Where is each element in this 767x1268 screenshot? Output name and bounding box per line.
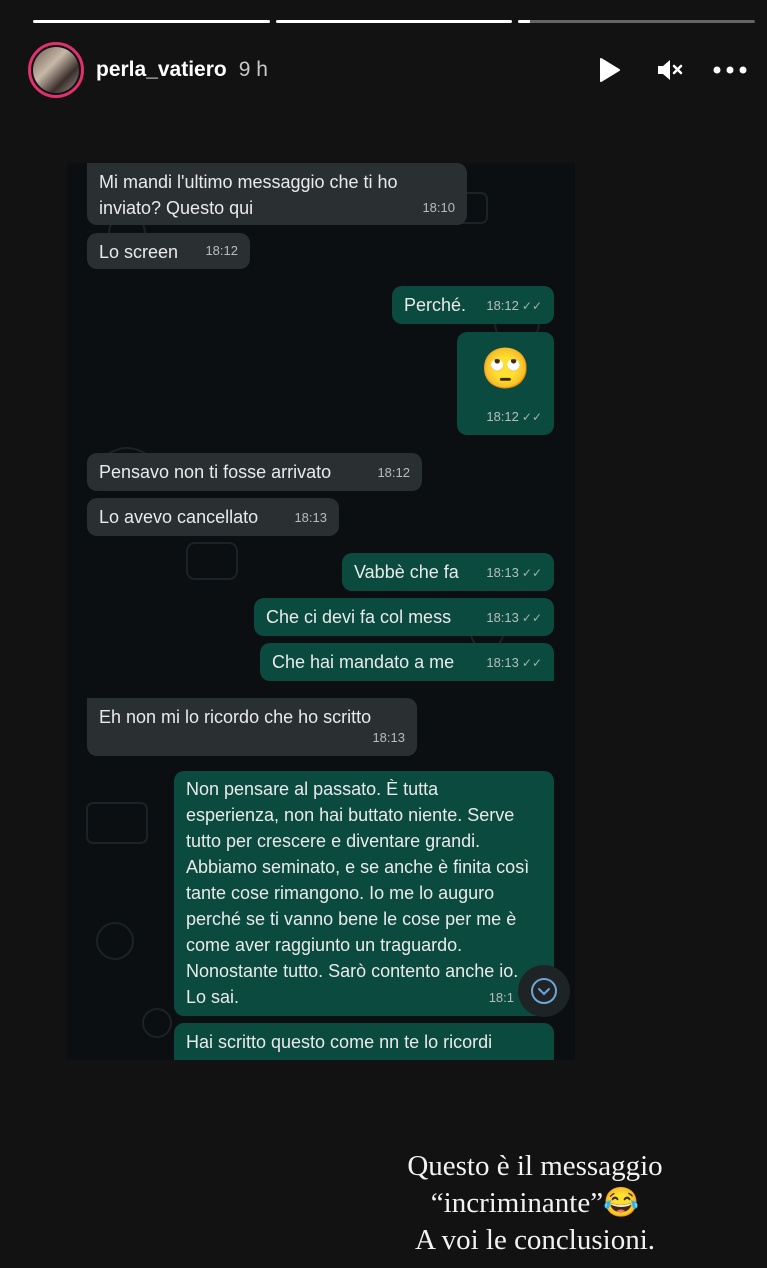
progress-fill [518,20,531,23]
message-incoming[interactable]: Lo avevo cancellato 18:13 [87,498,339,536]
message-text: Mi mandi l'ultimo messaggio che ti ho in… [99,172,398,218]
emoji-message: 🙄 [480,347,531,391]
muted-speaker-icon[interactable] [653,53,687,87]
double-check-icon: ✓✓ [521,299,542,313]
message-time: 18:13 [372,730,405,745]
message-time: 18:10 [422,200,455,215]
message-text: Che hai mandato a me [272,652,455,672]
message-time: 18:12 [205,243,238,258]
play-icon[interactable] [593,53,627,87]
message-time-value: 18:13 [486,610,519,625]
message-time: 18:12 ✓✓ [486,293,542,319]
message-text: Che ci devi fa col mess [266,607,452,627]
double-check-icon: ✓✓ [521,656,542,670]
username[interactable]: perla_vatiero [96,58,227,82]
caption-line: “incriminante”😂 [430,1187,640,1219]
message-text: Non pensare al passato. È tutta esperien… [186,779,530,1007]
message-time: 18:1 [488,990,514,1005]
message-incoming[interactable]: Mi mandi l'ultimo messaggio che ti ho in… [87,163,467,225]
message-outgoing[interactable]: 🙄 18:12 ✓✓ [457,332,554,435]
message-time: 18:13 ✓✓ [486,560,542,586]
progress-fill [275,20,513,23]
progress-fill [33,20,270,23]
chat-screenshot: Mi mandi l'ultimo messaggio che ti ho in… [67,163,575,1060]
message-time-value: 18:13 [486,565,519,580]
story-header: perla_vatiero 9 h [28,40,747,100]
story-caption: Questo è il messaggio “incriminante”😂 A … [360,1148,710,1259]
message-outgoing[interactable]: Vabbè che fa 18:13 ✓✓ [342,553,554,591]
double-check-icon: ✓✓ [521,611,542,625]
caption-line: A voi le conclusioni. [414,1224,656,1256]
message-outgoing[interactable]: Che hai mandato a me 18:13 ✓✓ [260,643,554,681]
double-check-icon: ✓✓ [521,410,542,424]
message-incoming[interactable]: Lo screen 18:12 [87,233,250,269]
message-time: 18:12 ✓✓ [486,404,542,430]
story-viewer: perla_vatiero 9 h Mi mandi l'ultimo mess… [0,0,767,1268]
message-time: 18:13 ✓✓ [486,605,542,631]
avatar[interactable] [28,42,84,98]
progress-segment [275,20,513,23]
message-text: Vabbè che fa [354,562,459,582]
message-outgoing[interactable]: Non pensare al passato. È tutta esperien… [174,771,554,1016]
avatar-image [33,47,79,93]
message-time: 18:12 [377,465,410,480]
message-outgoing[interactable]: Perché. 18:12 ✓✓ [392,286,554,324]
progress-segment [518,20,756,23]
message-text: Pensavo non ti fosse arrivato [99,462,332,482]
message-outgoing[interactable]: Che ci devi fa col mess 18:13 ✓✓ [254,598,554,636]
message-time-value: 18:12 [486,409,519,424]
message-time: 18:13 ✓✓ [486,650,542,676]
chevron-down-icon[interactable] [518,965,570,1017]
message-incoming[interactable]: Pensavo non ti fosse arrivato 18:12 [87,453,422,491]
message-incoming[interactable]: Eh non mi lo ricordo che ho scritto 18:1… [87,698,417,756]
message-text: Eh non mi lo ricordo che ho scritto [99,707,372,727]
message-text: Hai scritto questo come nn te lo ricordi [186,1032,493,1052]
message-time-value: 18:12 [486,298,519,313]
message-time-value: 18:13 [486,655,519,670]
message-text: Lo avevo cancellato [99,507,259,527]
caption-line: Questo è il messaggio [407,1150,663,1182]
message-time: 18:13 [294,510,327,525]
more-dots-icon[interactable] [713,53,747,87]
message-text: Perché. [404,295,467,315]
double-check-icon: ✓✓ [521,566,542,580]
progress-segment [33,20,270,23]
header-controls [593,53,747,87]
message-outgoing[interactable]: Hai scritto questo come nn te lo ricordi [174,1023,554,1060]
time-ago: 9 h [238,58,268,81]
story-progress [33,20,756,23]
message-text: Lo screen [99,242,179,262]
